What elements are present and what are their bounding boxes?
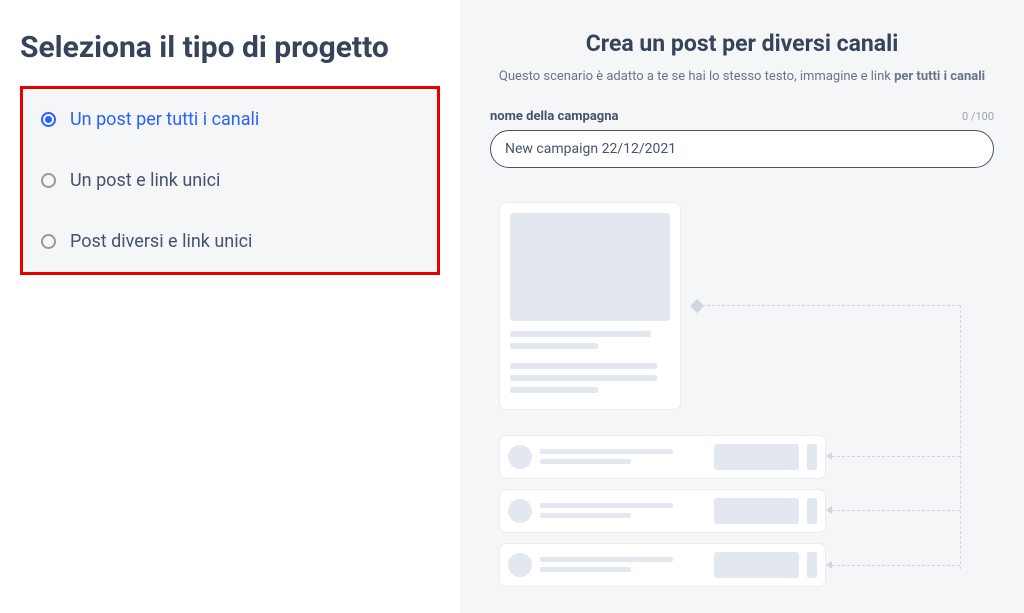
left-panel: Seleziona il tipo di progetto Un post pe…: [0, 0, 460, 613]
thumb-placeholder: [714, 552, 799, 578]
option-label: Un post per tutti i canali: [70, 109, 259, 130]
subtitle-text: Questo scenario è adatto a te se hai lo …: [499, 69, 894, 84]
connector-node-icon: [690, 298, 704, 312]
campaign-name-counter: 0 /100: [962, 110, 994, 123]
right-subtitle: Questo scenario è adatto a te se hai lo …: [490, 67, 994, 87]
right-title: Crea un post per diversi canali: [490, 30, 994, 57]
side-placeholder: [807, 444, 817, 470]
option-different-posts-unique-links[interactable]: Post diversi e link unici: [23, 211, 437, 272]
campaign-name-label: nome della campagna: [490, 109, 618, 124]
project-type-options: Un post per tutti i canali Un post e lin…: [20, 86, 440, 275]
channel-preview-card: [500, 544, 825, 586]
side-placeholder: [807, 552, 817, 578]
page-title: Seleziona il tipo di progetto: [20, 30, 440, 66]
placeholder-line: [510, 331, 651, 337]
radio-icon: [41, 173, 56, 188]
placeholder-line: [510, 375, 657, 381]
placeholder-line: [510, 343, 598, 349]
channel-preview-card: [500, 436, 825, 478]
post-preview-card: [500, 203, 680, 409]
thumb-placeholder: [714, 498, 799, 524]
diagram-illustration: [490, 203, 994, 604]
arrow-line: [832, 565, 960, 566]
side-placeholder: [807, 498, 817, 524]
text-placeholder: [540, 557, 706, 572]
placeholder-line: [510, 387, 598, 393]
connector-line: [960, 305, 961, 569]
arrow-left-icon: [826, 452, 832, 460]
radio-icon: [41, 112, 56, 127]
placeholder-line: [510, 363, 657, 369]
avatar-placeholder: [508, 445, 532, 469]
radio-icon: [41, 234, 56, 249]
text-placeholder: [540, 449, 706, 464]
arrow-left-icon: [826, 506, 832, 514]
avatar-placeholder: [508, 553, 532, 577]
campaign-field-header: nome della campagna 0 /100: [490, 109, 994, 124]
campaign-name-input[interactable]: [490, 130, 994, 168]
arrow-left-icon: [826, 561, 832, 569]
avatar-placeholder: [508, 499, 532, 523]
thumb-placeholder: [714, 444, 799, 470]
option-one-post-all-channels[interactable]: Un post per tutti i canali: [23, 89, 437, 150]
channel-previews: [500, 436, 825, 598]
channel-preview-card: [500, 490, 825, 532]
option-post-unique-links[interactable]: Un post e link unici: [23, 150, 437, 211]
option-label: Un post e link unici: [70, 170, 220, 191]
connector-line: [702, 305, 960, 306]
text-placeholder: [540, 503, 706, 518]
right-panel: Crea un post per diversi canali Questo s…: [460, 0, 1024, 613]
subtitle-emphasis: per tutti i canali: [894, 69, 985, 84]
arrow-line: [832, 510, 960, 511]
option-label: Post diversi e link unici: [70, 231, 252, 252]
arrow-line: [832, 456, 960, 457]
post-image-placeholder: [510, 213, 670, 321]
